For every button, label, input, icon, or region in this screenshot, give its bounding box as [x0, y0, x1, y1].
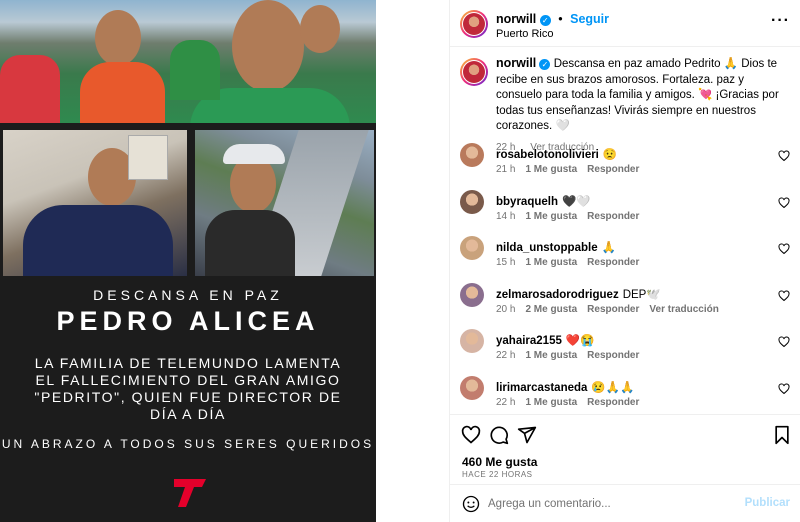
- comment-item: nilda_unstoppable 🙏 15 h 1 Me gusta Responde…: [460, 233, 790, 280]
- avatar[interactable]: [460, 10, 488, 38]
- comment-item: lirimarcastaneda 😢🙏🙏 22 h 1 Me gusta Respond…: [460, 373, 790, 420]
- avatar[interactable]: [460, 143, 484, 167]
- comment-username[interactable]: yahaira2155: [496, 335, 562, 347]
- comment-like-heart-icon[interactable]: [778, 150, 790, 162]
- person-face: [232, 0, 304, 92]
- post-header: norwill ✓ • Seguir Puerto Rico ···: [450, 0, 800, 47]
- reply-button[interactable]: Responder: [587, 257, 639, 268]
- comment-time[interactable]: 22 h: [496, 350, 515, 361]
- comment-composer: Publicar: [450, 484, 800, 522]
- translate-link[interactable]: Ver traducción: [649, 304, 718, 315]
- cap: [223, 144, 285, 164]
- avatar[interactable]: [460, 375, 484, 400]
- comment-like-heart-icon[interactable]: [778, 196, 790, 209]
- person-jacket: [23, 205, 173, 276]
- caption-username[interactable]: norwill: [496, 56, 536, 70]
- comment-time[interactable]: 21 h: [496, 164, 515, 175]
- more-horizontal-icon[interactable]: ···: [771, 12, 790, 30]
- post-sidebar: norwill ✓ • Seguir Puerto Rico ··· norwi…: [450, 0, 800, 522]
- person-shirt: [205, 210, 295, 276]
- comment-username[interactable]: bbyraquelh: [496, 196, 558, 208]
- person-shirt: [170, 40, 220, 100]
- hospital-photo: [3, 130, 187, 276]
- comment-likes[interactable]: 1 Me gusta: [525, 350, 577, 361]
- verified-badge-icon: ✓: [539, 15, 551, 26]
- post-subtitle: DESCANSA EN PAZ: [93, 287, 283, 303]
- emoji-icon[interactable]: [462, 495, 480, 513]
- comment-time[interactable]: 22 h: [496, 397, 515, 408]
- comment-text: DEP🕊️: [622, 288, 661, 301]
- follow-button[interactable]: Seguir: [570, 12, 609, 26]
- group-selfie-photo: [0, 0, 376, 123]
- comment-like-heart-icon[interactable]: [778, 336, 790, 348]
- medical-device: [128, 135, 168, 180]
- avatar[interactable]: [460, 58, 488, 86]
- reply-button[interactable]: Responder: [587, 397, 639, 408]
- comment-like-heart-icon[interactable]: [778, 243, 790, 255]
- race-photo: [195, 130, 374, 276]
- comment-text: 🖤🤍: [561, 195, 591, 208]
- telemundo-logo-icon: [174, 479, 206, 507]
- caption-text: Descansa en paz amado Pedrito 🙏 Dios te …: [496, 58, 779, 132]
- person-face: [95, 10, 141, 66]
- header-username[interactable]: norwill: [496, 12, 536, 26]
- comment-item: zelmarosadorodriguez DEP🕊️ 20 h 2 Me gusta R…: [460, 280, 790, 327]
- comment-input[interactable]: [488, 493, 738, 515]
- post-time[interactable]: HACE 22 HORAS: [462, 470, 533, 479]
- comment-likes[interactable]: 1 Me gusta: [525, 164, 577, 175]
- comment-username[interactable]: rosabelotonolivieri: [496, 149, 599, 161]
- comment-likes[interactable]: 1 Me gusta: [525, 211, 577, 222]
- comment-item: rosabelotonolivieri 😟 21 h 1 Me gusta Respon…: [460, 140, 790, 187]
- comment-icon[interactable]: [489, 425, 509, 445]
- avatar[interactable]: [460, 282, 484, 307]
- post-name: PEDRO ALICEA: [56, 306, 320, 336]
- comment-time[interactable]: 15 h: [496, 257, 515, 268]
- comment-likes[interactable]: 2 Me gusta: [525, 304, 577, 315]
- reply-button[interactable]: Responder: [587, 304, 639, 315]
- comment-text: ❤️😭: [565, 335, 595, 347]
- likes-count[interactable]: 460 Me gusta: [462, 455, 537, 469]
- comment-item: bbyraquelh 🖤🤍 14 h 1 Me gusta Responder: [460, 187, 790, 234]
- comment-likes[interactable]: 1 Me gusta: [525, 257, 577, 268]
- publish-button[interactable]: Publicar: [745, 497, 790, 509]
- comment-username[interactable]: zelmarosadorodriguez: [496, 289, 619, 301]
- location-link[interactable]: Puerto Rico: [496, 28, 553, 40]
- post-image[interactable]: DESCANSA EN PAZ PEDRO ALICEA LA FAMILIA …: [0, 0, 376, 522]
- comment-text: 🙏: [601, 242, 616, 254]
- header-user: norwill ✓ • Seguir: [496, 12, 609, 26]
- share-icon[interactable]: [517, 425, 537, 445]
- separator-dot: •: [558, 12, 563, 26]
- comment-like-heart-icon[interactable]: [778, 382, 790, 395]
- avatar[interactable]: [460, 189, 484, 214]
- comment-text: 😟: [602, 149, 618, 161]
- comment-like-heart-icon[interactable]: [778, 289, 790, 302]
- bookmark-icon[interactable]: [772, 425, 792, 445]
- post-body-text: LA FAMILIA DE TELEMUNDO LAMENTA EL FALLE…: [34, 355, 342, 422]
- reply-button[interactable]: Responder: [587, 350, 639, 361]
- avatar[interactable]: [460, 329, 484, 353]
- comment-likes[interactable]: 1 Me gusta: [525, 397, 577, 408]
- reply-button[interactable]: Responder: [587, 211, 639, 222]
- verified-badge-icon: ✓: [539, 59, 551, 70]
- comment-item: yahaira2155 ❤️😭 22 h 1 Me gusta Responder: [460, 326, 790, 373]
- comment-time[interactable]: 14 h: [496, 211, 515, 222]
- action-bar: 460 Me gusta HACE 22 HORAS: [450, 414, 800, 484]
- comment-time[interactable]: 20 h: [496, 304, 515, 315]
- comment-username[interactable]: nilda_unstoppable: [496, 242, 598, 254]
- post-hug-text: UN ABRAZO A TODOS SUS SERES QUERIDOS: [1, 437, 375, 451]
- comment-text: 😢🙏🙏: [591, 381, 635, 394]
- avatar[interactable]: [460, 236, 484, 260]
- like-heart-icon[interactable]: [461, 425, 481, 445]
- comment-username[interactable]: lirimarcastaneda: [496, 382, 587, 394]
- comments-list: rosabelotonolivieri 😟 21 h 1 Me gusta Respon…: [460, 140, 790, 419]
- reply-button[interactable]: Responder: [587, 164, 639, 175]
- person-shirt: [80, 62, 165, 123]
- person-face: [300, 5, 340, 53]
- person-shirt: [0, 55, 60, 123]
